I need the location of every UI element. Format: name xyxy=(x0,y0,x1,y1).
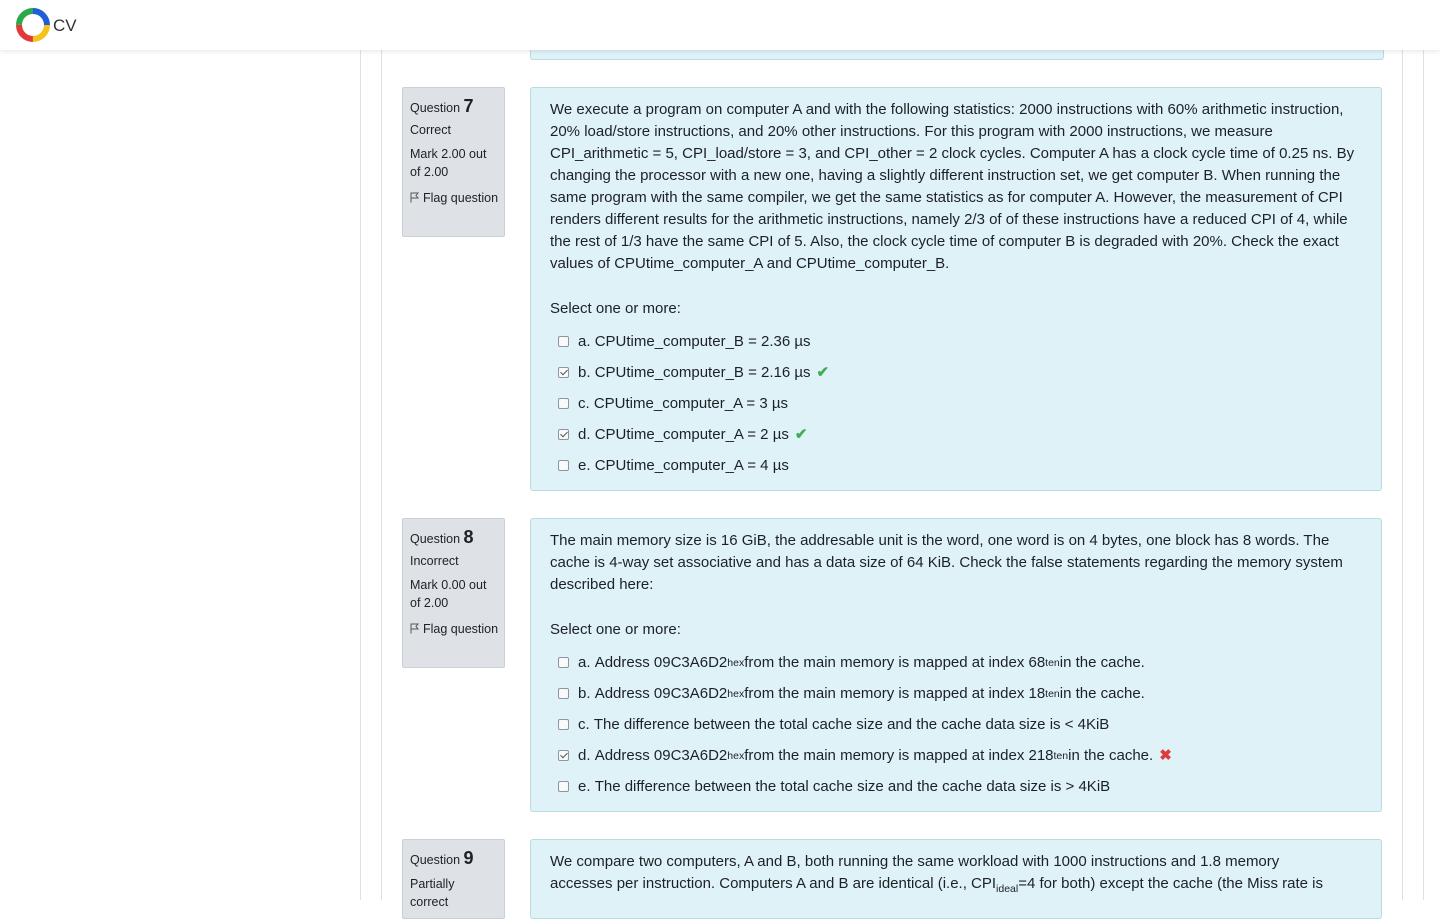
page-border-left xyxy=(381,50,382,900)
answer-checkbox[interactable] xyxy=(558,657,569,668)
answer-option[interactable]: a. Address 09C3A6D2 hex from the main mem… xyxy=(550,647,1362,678)
answer-option[interactable]: d. Address 09C3A6D2 hex from the main mem… xyxy=(550,740,1362,771)
answer-option[interactable]: c. CPUtime_computer_A = 3 µs xyxy=(550,388,1362,419)
answer-option[interactable]: a. CPUtime_computer_B = 2.36 µs xyxy=(550,326,1362,357)
right-drawer-border xyxy=(1423,50,1424,900)
answer-option[interactable]: e. CPUtime_computer_A = 4 µs xyxy=(550,450,1362,481)
answer-checkbox[interactable] xyxy=(558,460,569,471)
question-number: Question 8 xyxy=(410,527,474,547)
top-navbar: CV xyxy=(0,0,1440,50)
flag-question-link[interactable]: Flag question xyxy=(410,620,504,638)
question-text: We execute a program on computer A and w… xyxy=(550,101,1355,272)
answer-prompt: Select one or more: xyxy=(550,621,681,638)
site-logo-icon[interactable] xyxy=(15,7,51,43)
page-border-right xyxy=(1402,50,1403,900)
answer-checkbox[interactable] xyxy=(558,429,569,440)
answer-checkbox[interactable] xyxy=(558,688,569,699)
question-state: Correct xyxy=(410,123,451,137)
question-text: The main memory size is 16 GiB, the addr… xyxy=(550,532,1343,593)
question-8-info: Question 8 Incorrect Mark 0.00 out of 2.… xyxy=(402,518,505,668)
answer-checkbox[interactable] xyxy=(558,781,569,792)
answer-checkbox[interactable] xyxy=(558,750,569,761)
check-icon: ✔ xyxy=(794,425,808,443)
left-drawer-border xyxy=(360,50,361,900)
answer-checkbox[interactable] xyxy=(558,719,569,730)
question-7-info: Question 7 Correct Mark 2.00 out of 2.00… xyxy=(402,87,505,237)
answer-option[interactable]: e. The difference between the total cach… xyxy=(550,771,1362,802)
check-icon: ✔ xyxy=(816,363,830,381)
question-number: Question 7 xyxy=(410,96,474,116)
flag-question-link[interactable]: Flag question xyxy=(410,189,504,207)
question-grade: Mark 0.00 out of 2.00 xyxy=(410,578,487,610)
question-number: Question 9 xyxy=(410,848,474,868)
answer-checkbox[interactable] xyxy=(558,398,569,409)
question-state: Incorrect xyxy=(410,554,459,568)
question-7-content: We execute a program on computer A and w… xyxy=(530,87,1382,491)
cross-icon: ✖ xyxy=(1159,746,1172,764)
answer-checkbox[interactable] xyxy=(558,367,569,378)
question-state: Partially correct xyxy=(410,877,455,909)
question-grade: Mark 2.00 out of 2.00 xyxy=(410,147,487,179)
answer-prompt: Select one or more: xyxy=(550,300,681,317)
question-9-content: We compare two computers, A and B, both … xyxy=(530,839,1382,919)
answer-option[interactable]: b. Address 09C3A6D2 hex from the main mem… xyxy=(550,678,1362,709)
question-8-content: The main memory size is 16 GiB, the addr… xyxy=(530,518,1382,812)
answer-option[interactable]: c. The difference between the total cach… xyxy=(550,709,1362,740)
question-9-info: Question 9 Partially correct xyxy=(402,839,505,919)
answer-checkbox[interactable] xyxy=(558,336,569,347)
question-text: We compare two computers, A and B, both … xyxy=(550,853,1323,895)
answer-option[interactable]: d. CPUtime_computer_A = 2 µs ✔ xyxy=(550,419,1362,450)
flag-icon xyxy=(410,623,420,634)
answer-option[interactable]: b. CPUtime_computer_B = 2.16 µs ✔ xyxy=(550,357,1362,388)
flag-icon xyxy=(410,192,420,203)
site-name[interactable]: CV xyxy=(53,16,77,36)
